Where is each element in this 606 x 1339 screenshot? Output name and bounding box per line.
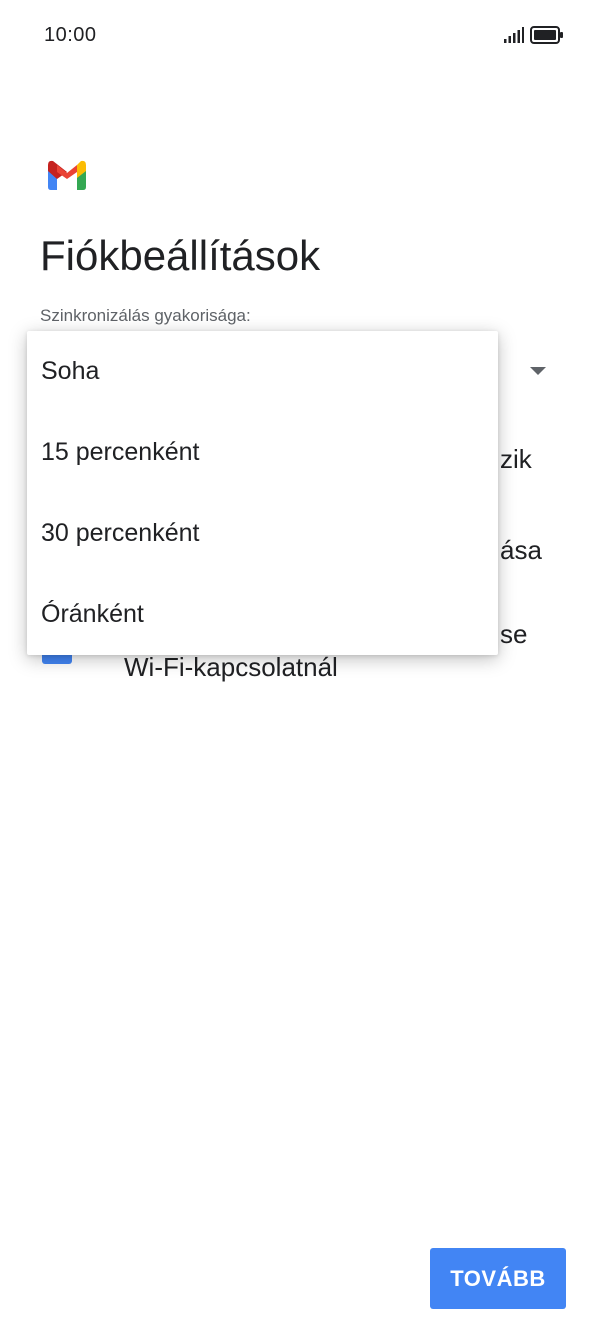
dropdown-option-15-min[interactable]: 15 percenként	[27, 412, 498, 493]
dropdown-option-hourly[interactable]: Óránként	[27, 574, 498, 655]
option-text-fragment: se	[500, 619, 528, 649]
page-title: Fiókbeállítások	[40, 232, 321, 279]
status-icons	[504, 26, 564, 44]
sync-frequency-label: Szinkronizálás gyakorisága:	[40, 306, 251, 325]
dropdown-option-never[interactable]: Soha	[27, 331, 498, 412]
wifi-download-label: Wi-Fi-kapcsolatnál	[124, 652, 338, 682]
status-bar: 10:00	[0, 0, 606, 72]
option-text-fragment: zik	[500, 444, 532, 474]
dropdown-option-30-min[interactable]: 30 percenként	[27, 493, 498, 574]
signal-bars-icon	[504, 27, 524, 43]
select-dropdown-arrow-icon[interactable]	[530, 367, 546, 375]
next-button[interactable]: TOVÁBB	[430, 1248, 566, 1309]
sync-frequency-dropdown: Soha 15 percenként 30 percenként Óránkén…	[27, 331, 498, 655]
status-time: 10:00	[44, 24, 97, 46]
option-text-fragment: ása	[500, 535, 542, 565]
gmail-logo-icon	[48, 160, 86, 190]
battery-full-icon	[530, 26, 563, 44]
